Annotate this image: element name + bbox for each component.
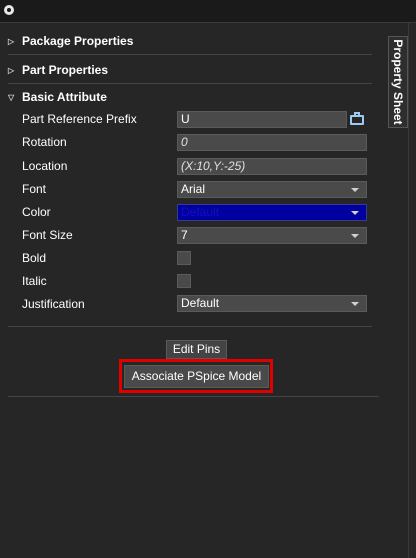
location-label: Location bbox=[22, 159, 68, 173]
font-select[interactable]: Arial bbox=[177, 181, 367, 198]
font-size-label: Font Size bbox=[22, 228, 73, 242]
section-basic-attribute[interactable]: ▽ Basic Attribute bbox=[8, 87, 107, 107]
rotation-field[interactable]: 0 bbox=[177, 134, 367, 151]
divider bbox=[8, 326, 372, 327]
italic-label: Italic bbox=[22, 274, 47, 288]
pin-icon[interactable] bbox=[4, 5, 14, 15]
bold-checkbox[interactable] bbox=[177, 251, 191, 265]
property-sheet-tab[interactable]: Property Sheet bbox=[388, 36, 408, 128]
rotation-label: Rotation bbox=[22, 135, 67, 149]
justification-label: Justification bbox=[22, 297, 85, 311]
panel-title-bar bbox=[0, 0, 416, 23]
highlight-box bbox=[119, 359, 273, 393]
expand-triangle-icon: ▷ bbox=[8, 65, 15, 75]
dock-edge bbox=[408, 22, 409, 558]
section-package-properties[interactable]: ▷ Package Properties bbox=[8, 31, 133, 51]
collapse-triangle-icon: ▽ bbox=[8, 92, 15, 102]
part-reference-prefix-label: Part Reference Prefix bbox=[22, 112, 137, 126]
color-select[interactable]: Default bbox=[177, 204, 367, 221]
section-basic-attribute-label: Basic Attribute bbox=[22, 90, 107, 104]
expand-triangle-icon: ▷ bbox=[8, 36, 15, 46]
italic-checkbox[interactable] bbox=[177, 274, 191, 288]
divider bbox=[8, 54, 372, 55]
divider bbox=[8, 83, 372, 84]
color-label: Color bbox=[22, 205, 51, 219]
property-panel: ▷ Package Properties ▷ Part Properties ▽… bbox=[0, 23, 387, 558]
location-field[interactable]: (X:10,Y:-25) bbox=[177, 158, 367, 175]
property-sheet-tab-label: Property Sheet bbox=[391, 39, 405, 125]
section-part-properties[interactable]: ▷ Part Properties bbox=[8, 60, 108, 80]
part-reference-prefix-input[interactable]: U bbox=[177, 111, 347, 128]
browse-folder-icon[interactable] bbox=[349, 112, 365, 126]
section-part-properties-label: Part Properties bbox=[22, 63, 109, 77]
divider bbox=[8, 396, 379, 397]
font-label: Font bbox=[22, 182, 47, 196]
bold-label: Bold bbox=[22, 251, 47, 265]
section-package-properties-label: Package Properties bbox=[22, 34, 134, 48]
font-size-select[interactable]: 7 bbox=[177, 227, 367, 244]
edit-pins-button[interactable]: Edit Pins bbox=[166, 340, 227, 359]
justification-select[interactable]: Default bbox=[177, 295, 367, 312]
